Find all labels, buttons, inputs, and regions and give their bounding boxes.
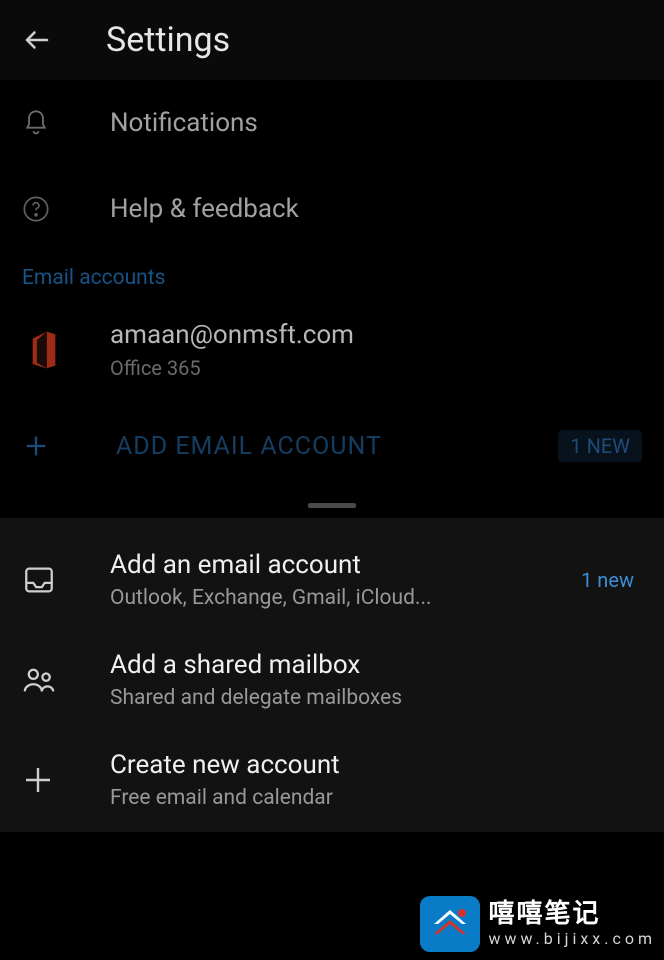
settings-item-help[interactable]: Help & feedback [0, 166, 664, 252]
add-email-account-label: ADD EMAIL ACCOUNT [116, 432, 382, 461]
watermark-url: www.bijixx.com [488, 931, 656, 947]
sheet-item-title: Create new account [110, 750, 340, 780]
sheet-item-subtitle: Outlook, Exchange, Gmail, iCloud... [110, 586, 432, 610]
watermark: 嘻嘻笔记 www.bijixx.com [420, 896, 656, 952]
inbox-icon [22, 563, 66, 597]
back-button[interactable] [22, 25, 62, 55]
drag-handle-icon [308, 503, 356, 508]
plus-icon [22, 432, 66, 460]
new-badge: 1 NEW [558, 430, 642, 462]
sheet-item-shared-mailbox[interactable]: Add a shared mailbox Shared and delegate… [0, 632, 664, 732]
sheet-item-add-email[interactable]: Add an email account Outlook, Exchange, … [0, 532, 664, 632]
settings-item-notifications[interactable]: Notifications [0, 80, 664, 166]
account-row[interactable]: amaan@onmsft.com Office 365 [0, 300, 664, 406]
page-title: Settings [106, 20, 230, 60]
people-icon [22, 663, 66, 697]
settings-item-label: Help & feedback [110, 194, 299, 224]
settings-item-label: Notifications [110, 108, 258, 138]
watermark-logo-icon [420, 896, 480, 952]
sheet-item-subtitle: Free email and calendar [110, 786, 340, 810]
account-email: amaan@onmsft.com [110, 320, 354, 350]
bottom-sheet: Add an email account Outlook, Exchange, … [0, 518, 664, 832]
sheet-item-title: Add an email account [110, 550, 432, 580]
plus-icon [22, 764, 66, 796]
bell-icon [22, 109, 66, 137]
app-header: Settings [0, 0, 664, 80]
sheet-item-subtitle: Shared and delegate mailboxes [110, 686, 402, 710]
sheet-new-badge: 1 new [581, 568, 642, 592]
bottom-sheet-handle[interactable] [0, 492, 664, 518]
back-arrow-icon [22, 25, 52, 55]
settings-list: Notifications Help & feedback Email acco… [0, 80, 664, 492]
help-icon [22, 195, 66, 223]
sheet-item-title: Add a shared mailbox [110, 650, 402, 680]
account-provider: Office 365 [110, 356, 354, 380]
add-email-account-row[interactable]: ADD EMAIL ACCOUNT 1 NEW [0, 406, 664, 492]
section-header-email-accounts: Email accounts [0, 252, 664, 300]
sheet-item-create-account[interactable]: Create new account Free email and calend… [0, 732, 664, 832]
office365-icon [22, 328, 66, 372]
watermark-text: 嘻嘻笔记 [488, 901, 656, 927]
